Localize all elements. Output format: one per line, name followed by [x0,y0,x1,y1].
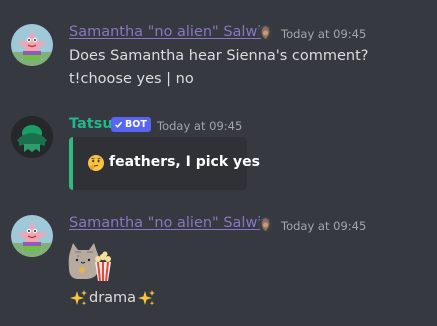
author-name[interactable]: Samantha "no alien" Salwis [69,215,269,231]
author-name[interactable]: Tatsu [69,116,113,132]
thinking-emoji [87,154,105,172]
timestamp: Today at 09:45 [281,27,367,41]
role-icon[interactable] [257,216,274,233]
patrick-star-avatar[interactable] [11,215,53,257]
tatsu-avatar[interactable] [11,116,53,158]
message-1: Samantha "no alien" Salwis Today at 09:4… [0,0,437,100]
message-line: Does Samantha hear Sienna's comment? [69,48,369,64]
timestamp: Today at 09:45 [281,219,367,233]
sparkles-emoji [137,289,156,308]
message-line: t!choose yes | no [69,71,194,87]
verified-check-icon [114,121,123,128]
role-icon[interactable] [257,24,274,41]
pusheen-popcorn-sticker[interactable] [67,238,117,283]
patrick-star-avatar[interactable] [11,24,53,66]
sparkles-emoji [69,289,88,308]
author-name[interactable]: Samantha "no alien" Salwis [69,24,269,40]
timestamp: Today at 09:45 [157,119,243,133]
embed-description: feathers, I pick yes [109,154,260,170]
message-3: Samantha "no alien" Salwis Today at 09:4… [0,210,437,326]
message-text: drama [89,290,137,306]
bot-badge: BOT [111,117,151,132]
message-text-line: drama [69,288,156,308]
embed-card: feathers, I pick yes [69,137,260,190]
